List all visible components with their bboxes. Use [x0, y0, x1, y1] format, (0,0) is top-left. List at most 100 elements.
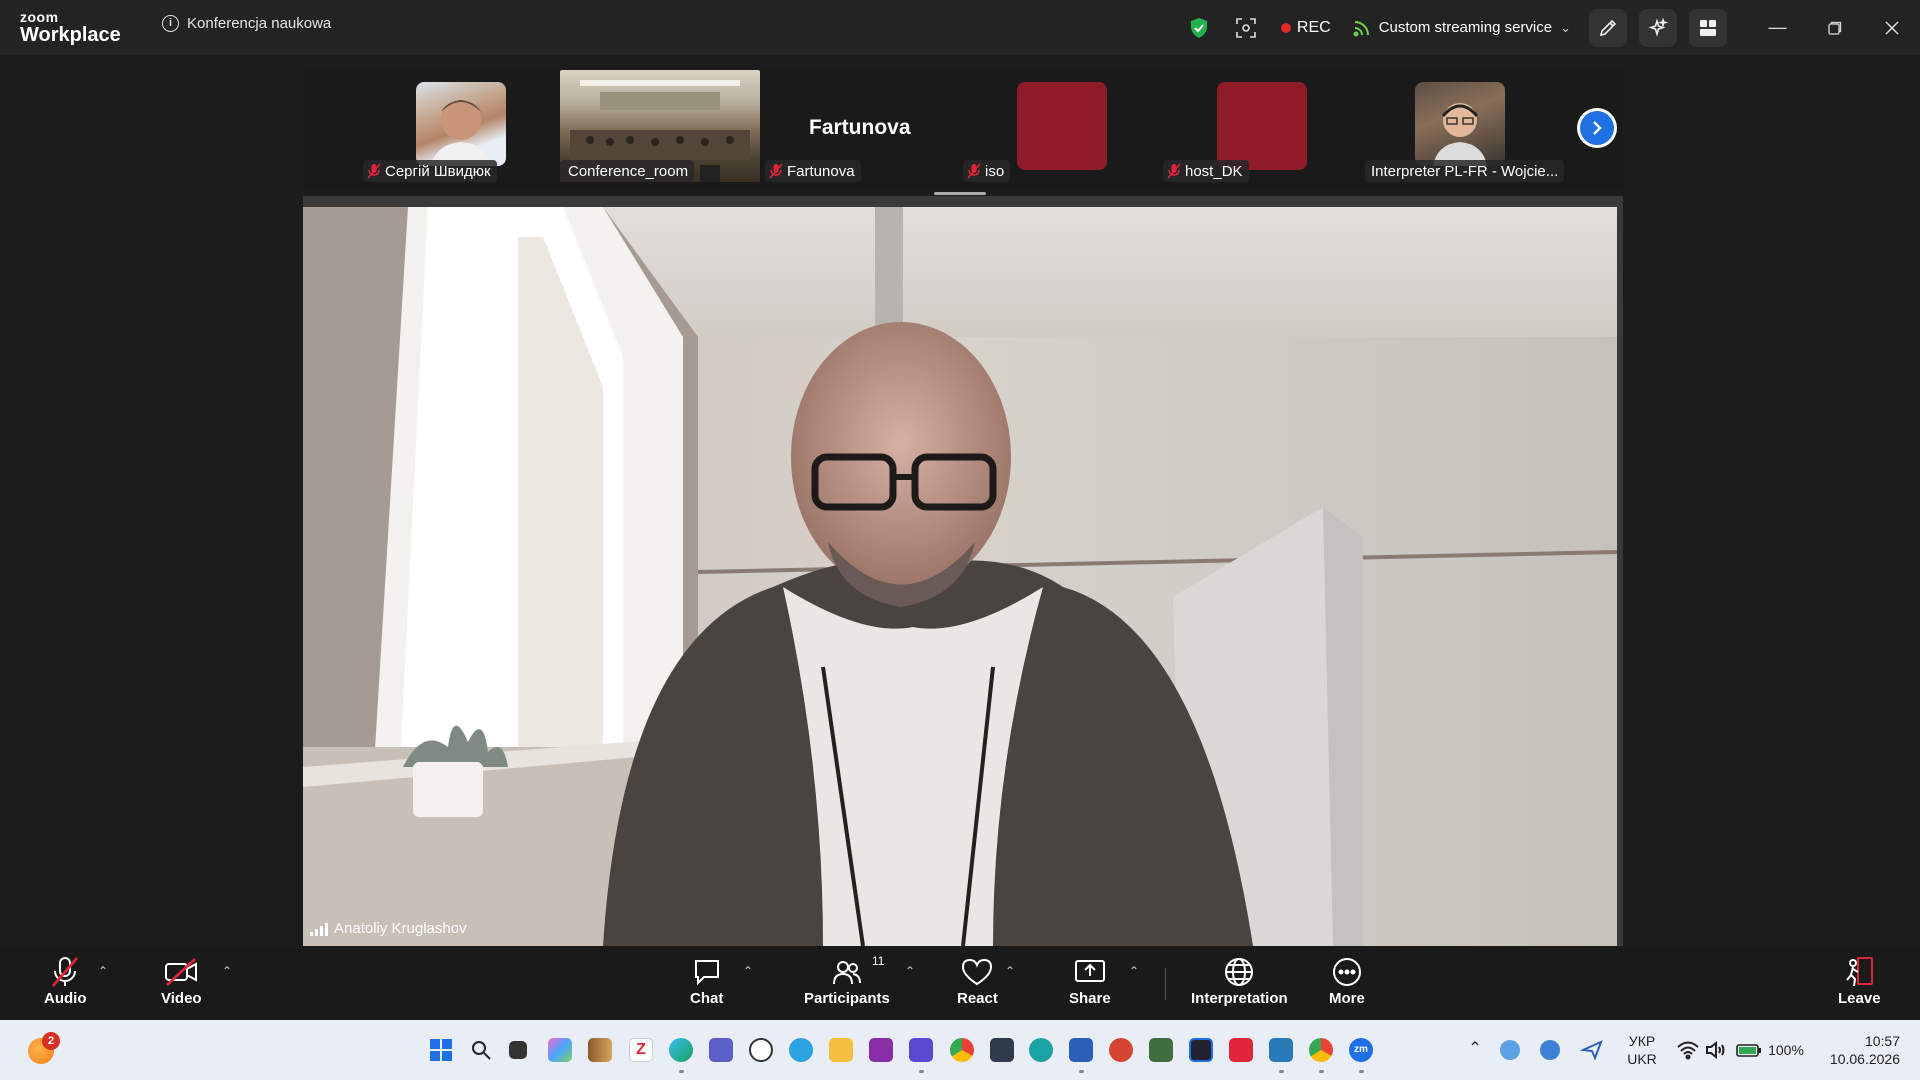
- g-app-icon[interactable]: [990, 1038, 1014, 1062]
- streaming-label: Custom streaming service: [1378, 19, 1553, 36]
- running-indicator: [1319, 1070, 1324, 1073]
- telegram-icon[interactable]: [789, 1038, 813, 1062]
- participant-name: Conference_room: [568, 162, 689, 180]
- chrome-profile-icon[interactable]: [1309, 1038, 1333, 1062]
- restore-icon: [1827, 21, 1841, 35]
- share-options-caret[interactable]: ⌃: [1129, 964, 1139, 978]
- audio-button[interactable]: Audio: [44, 954, 87, 1007]
- chat-options-caret[interactable]: ⌃: [743, 964, 753, 978]
- more-button[interactable]: More: [1329, 954, 1365, 1007]
- video-options-caret[interactable]: ⌃: [222, 964, 232, 978]
- title-bar: zoom Workplace i Konferencja naukowa REC…: [0, 0, 1920, 55]
- vpn-lock-icon[interactable]: [749, 1038, 773, 1062]
- word-icon[interactable]: [1069, 1038, 1093, 1062]
- c-app-icon[interactable]: [1029, 1038, 1053, 1062]
- clock[interactable]: 10:57 10.06.2026: [1820, 1032, 1900, 1068]
- chat-button[interactable]: Chat: [690, 954, 723, 1007]
- clock-time: 10:57: [1864, 1033, 1900, 1049]
- participant-label: host_DK: [1163, 160, 1249, 182]
- pencil-icon: [1599, 19, 1617, 36]
- network-send-icon[interactable]: [1579, 1038, 1604, 1062]
- react-label: React: [957, 990, 998, 1007]
- rec-dot-icon: [1280, 22, 1291, 33]
- participant-name: Сергій Швидюк: [385, 162, 491, 180]
- participants-options-caret[interactable]: ⌃: [905, 964, 915, 978]
- annotate-button[interactable]: [1589, 8, 1627, 47]
- view-apps-icon[interactable]: [1235, 17, 1257, 39]
- share-label: Share: [1069, 990, 1111, 1007]
- restore-button[interactable]: [1806, 0, 1863, 55]
- streaming-icon: [1353, 20, 1369, 36]
- chrome-icon[interactable]: [950, 1038, 974, 1062]
- globe-icon: [1225, 958, 1254, 986]
- teams-icon[interactable]: [709, 1038, 733, 1062]
- leave-button[interactable]: Leave: [1838, 954, 1881, 1007]
- sparkle-icon: [1648, 17, 1668, 37]
- ai-companion-button[interactable]: [1639, 8, 1677, 47]
- video-button[interactable]: Video: [161, 954, 202, 1007]
- weather-widget[interactable]: 2: [28, 1032, 60, 1064]
- edge-browser-icon[interactable]: [669, 1038, 693, 1062]
- close-icon: [1884, 20, 1899, 35]
- speaker-name-label: Anatoliy Kruglashov: [310, 920, 467, 937]
- participants-icon: [832, 961, 861, 985]
- close-button[interactable]: [1863, 0, 1920, 55]
- running-indicator: [1279, 1070, 1284, 1073]
- mic-muted-icon: [52, 957, 79, 987]
- heart-icon: [962, 958, 993, 986]
- react-options-caret[interactable]: ⌃: [1005, 964, 1015, 978]
- photos-app-icon[interactable]: [1269, 1038, 1293, 1062]
- participant-tile[interactable]: host_DK: [1163, 70, 1333, 182]
- search-icon[interactable]: [469, 1038, 493, 1062]
- streaming-dropdown[interactable]: Custom streaming service ⌄: [1353, 19, 1571, 37]
- participant-tile[interactable]: Сергій Швидюк: [363, 70, 523, 182]
- share-button[interactable]: Share: [1069, 954, 1111, 1007]
- speaker-video-scene: [303, 207, 1617, 946]
- minimize-icon: —: [1768, 17, 1787, 37]
- m365-icon[interactable]: [1149, 1038, 1173, 1062]
- mic-muted-icon: [367, 163, 381, 179]
- apps-button[interactable]: [1689, 8, 1727, 47]
- react-button[interactable]: React: [957, 954, 998, 1007]
- volume-icon[interactable]: [1704, 1038, 1728, 1062]
- windows-start-icon[interactable]: [429, 1038, 453, 1062]
- toolbar-divider: [1165, 968, 1166, 1000]
- next-participants-button[interactable]: [1577, 108, 1617, 148]
- calendar-app-icon[interactable]: [909, 1038, 933, 1062]
- encryption-shield-icon[interactable]: [1189, 17, 1209, 39]
- recording-indicator[interactable]: REC: [1280, 18, 1331, 37]
- battery-icon[interactable]: [1736, 1038, 1761, 1062]
- participants-button[interactable]: 11 Participants: [804, 954, 890, 1007]
- show-hidden-icons-icon[interactable]: ⌃: [1463, 1038, 1487, 1062]
- minimize-button[interactable]: —: [1749, 0, 1806, 55]
- task-view-icon[interactable]: [509, 1041, 527, 1059]
- file-explorer-icon[interactable]: [829, 1038, 853, 1062]
- participant-tile[interactable]: Fartunova Fartunova: [763, 70, 933, 182]
- input-language-indicator[interactable]: УКР UKR: [1624, 1032, 1660, 1068]
- meeting-info-button[interactable]: i Konferencja naukowa: [162, 15, 331, 32]
- clock-date: 10.06.2026: [1829, 1051, 1900, 1067]
- language-top: УКР: [1628, 1033, 1656, 1049]
- red-app-icon[interactable]: [1229, 1038, 1253, 1062]
- remote-app-icon[interactable]: [1189, 1038, 1213, 1062]
- cloud-sync-icon[interactable]: [1540, 1040, 1560, 1060]
- creative-app-icon[interactable]: [1109, 1038, 1133, 1062]
- chevron-down-icon: ⌄: [1560, 19, 1571, 35]
- interpretation-button[interactable]: Interpretation: [1191, 954, 1288, 1007]
- participant-tile[interactable]: iso: [963, 70, 1133, 182]
- zoom-app-icon[interactable]: zm: [1349, 1038, 1373, 1062]
- onedrive-icon[interactable]: [1500, 1040, 1520, 1060]
- wifi-icon[interactable]: [1676, 1038, 1700, 1062]
- leave-label: Leave: [1838, 990, 1881, 1007]
- windows-taskbar: 2 Z zm ⌃ УКР UKR 100% 10:57 10.06.2026: [0, 1020, 1920, 1080]
- copilot-icon[interactable]: [548, 1038, 572, 1062]
- participant-tile[interactable]: Conference_room: [560, 70, 760, 182]
- onenote-icon[interactable]: [869, 1038, 893, 1062]
- library-app-icon[interactable]: [588, 1038, 612, 1062]
- participant-tile[interactable]: Interpreter PL-FR - Wojcie...: [1363, 70, 1573, 182]
- z-app-icon[interactable]: Z: [629, 1038, 653, 1062]
- audio-options-caret[interactable]: ⌃: [98, 964, 108, 978]
- signal-strength-icon: [310, 922, 328, 936]
- participant-avatar: [1017, 82, 1107, 170]
- rec-label: REC: [1296, 18, 1331, 36]
